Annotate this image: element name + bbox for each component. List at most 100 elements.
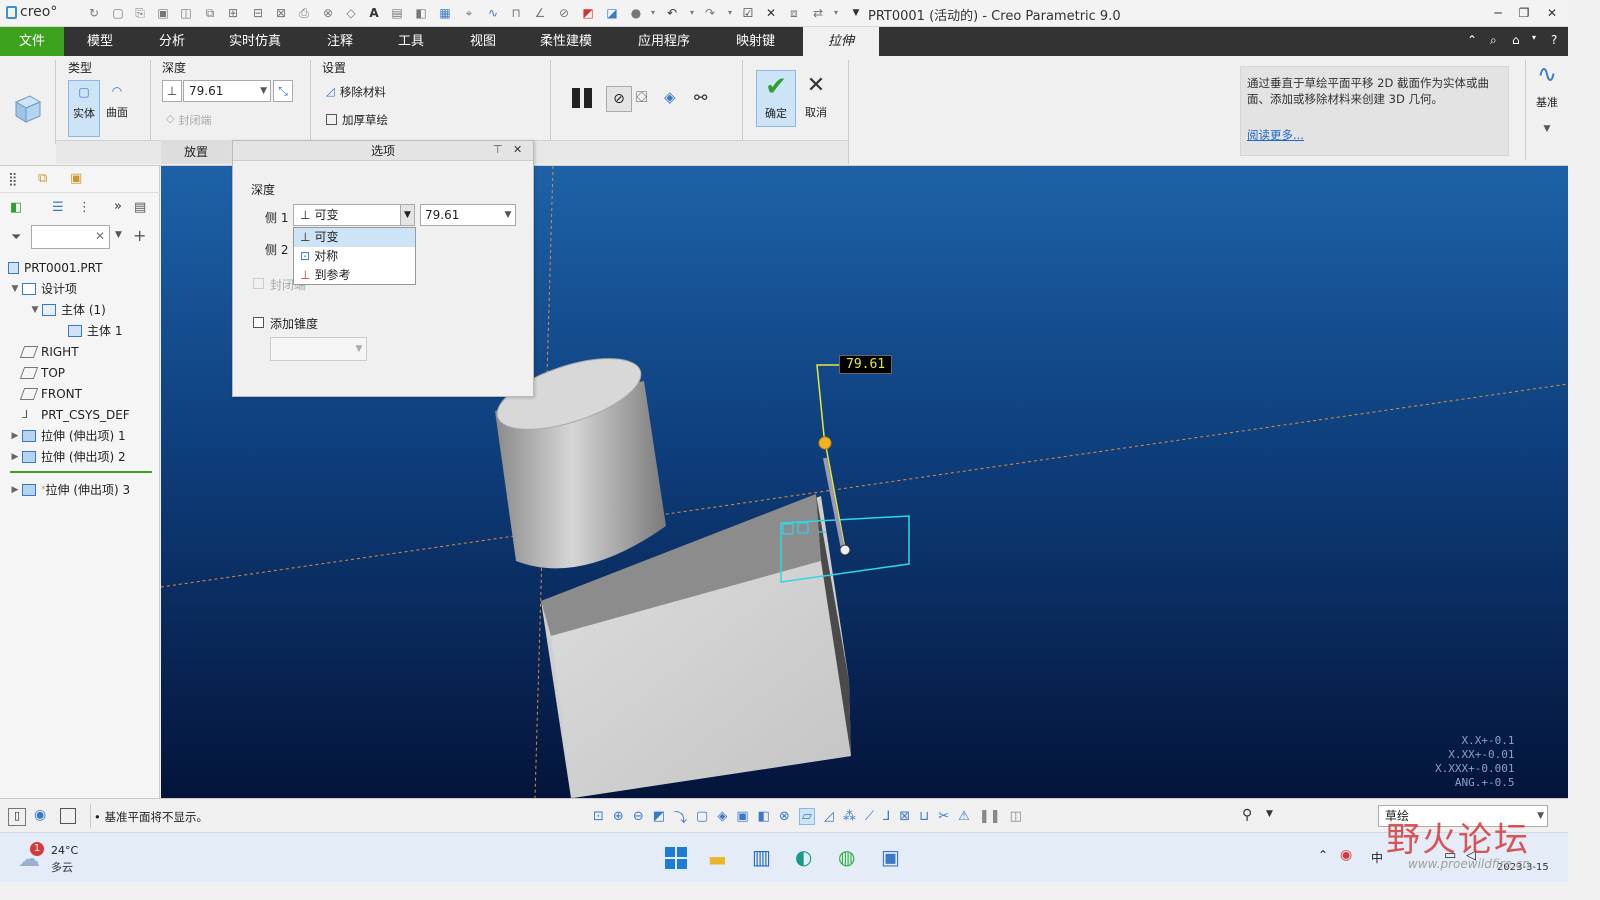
copy-icon[interactable]: ⧉ <box>202 5 218 21</box>
tree-columns-icon[interactable]: ⋮ <box>78 200 91 215</box>
sheet-icon[interactable]: ▤ <box>389 5 405 21</box>
csys-display-icon[interactable]: ⅃ <box>883 809 890 824</box>
orient-icon[interactable]: ⤵ <box>674 807 687 826</box>
drag-handle[interactable] <box>818 436 832 450</box>
menu-file[interactable]: 文件 <box>0 27 64 56</box>
no-entry-icon[interactable]: ⊘ <box>556 5 572 21</box>
new-icon[interactable]: ▢ <box>110 5 126 21</box>
tree-item-front[interactable]: FRONT <box>8 383 158 404</box>
view-icon[interactable]: ▦ <box>437 5 453 21</box>
chevron-down-icon[interactable]: ▼ <box>1526 124 1568 134</box>
expand-more-icon[interactable]: » <box>114 199 122 214</box>
options-panel-header[interactable]: 选项 <box>233 141 533 161</box>
flip-direction-icon[interactable]: ⤡ <box>273 80 293 102</box>
find-icon[interactable]: ⚲ <box>1242 807 1252 823</box>
switch-window-icon[interactable]: ⇄ <box>810 5 826 21</box>
repaint-icon[interactable]: ◩ <box>653 809 665 824</box>
menu-mapkeys[interactable]: 映射键 <box>728 27 783 56</box>
menu-model[interactable]: 模型 <box>78 27 122 56</box>
dropdown-option-symmetric[interactable]: ⊡ 对称 <box>294 247 415 266</box>
save-copy-icon[interactable]: ◫ <box>178 5 194 21</box>
tree-item-extrude1[interactable]: ▶ 拉伸 (伸出项) 1 <box>8 425 158 446</box>
depth-value-field[interactable]: 79.61 ▼ <box>183 80 271 102</box>
browser-toggle-icon[interactable]: ◉ <box>34 807 46 823</box>
regenerate-check-icon[interactable]: ☑ <box>740 5 756 21</box>
chevron-down-icon[interactable]: ▾ <box>722 5 738 21</box>
tree-item-top[interactable]: TOP <box>8 362 158 383</box>
stop-icon[interactable]: ◫ <box>1010 809 1022 824</box>
close-button[interactable]: ✕ <box>1542 4 1562 22</box>
open-icon[interactable]: ⎘ <box>132 5 148 21</box>
redo-icon[interactable]: ↷ <box>702 5 718 21</box>
folder-tab-icon[interactable]: ⧉ <box>38 171 47 186</box>
ime-indicator[interactable]: 中 <box>1371 849 1383 866</box>
expand-icon[interactable]: ▶ <box>8 452 22 462</box>
refit-icon[interactable]: ⊡ <box>593 809 604 824</box>
add-icon[interactable]: + <box>133 226 146 245</box>
glasses-icon[interactable]: ⚯ <box>694 88 707 107</box>
datum-display-icon[interactable]: ▱ <box>798 807 815 825</box>
mirror-icon[interactable]: ⊟ <box>250 5 266 21</box>
angle-icon[interactable]: ∠ <box>532 5 548 21</box>
remove-material-toggle[interactable]: ◿ 移除材料 <box>326 84 386 100</box>
chevron-down-icon[interactable]: ▼ <box>400 205 414 225</box>
chevron-down-icon[interactable]: ▼ <box>1266 809 1273 819</box>
navigator-toggle-icon[interactable]: ▯ <box>8 808 26 826</box>
dropdown-option-variable[interactable]: ⊥ 可变 <box>294 228 415 247</box>
graduation-cap-icon[interactable]: ⌂ <box>1512 33 1520 47</box>
tree-settings-icon[interactable]: ☰ <box>52 200 64 215</box>
eraser-icon[interactable]: ◇ <box>343 5 359 21</box>
panel-close-icon[interactable]: ✕ <box>513 143 522 156</box>
windows-icon[interactable]: ⧈ <box>786 5 802 21</box>
chevron-down-icon[interactable]: ▼ <box>260 81 267 101</box>
point-display-icon[interactable]: ⟋ <box>865 809 874 824</box>
plane-icon[interactable]: ◧ <box>413 5 429 21</box>
tree-item-bodies[interactable]: ▼ 主体 (1) <box>8 299 158 320</box>
menu-annotate[interactable]: 注释 <box>318 27 362 56</box>
creo-taskbar-icon[interactable]: ▣ <box>881 845 900 869</box>
measure-icon[interactable]: ⊓ <box>508 5 524 21</box>
tree-item-right[interactable]: RIGHT <box>8 341 158 362</box>
warning-icon[interactable]: ⚠ <box>958 809 970 824</box>
notepad-icon[interactable]: ▥ <box>752 845 771 869</box>
insert-indicator[interactable] <box>10 471 152 473</box>
tab-placement[interactable]: 放置 <box>161 140 231 164</box>
drag-arrow[interactable] <box>823 457 845 550</box>
preview-shaded-icon[interactable]: ◈ <box>664 88 676 106</box>
text-a-icon[interactable]: A <box>366 5 382 21</box>
close-window-icon[interactable]: ⊗ <box>320 5 336 21</box>
minimize-button[interactable]: ─ <box>1488 4 1508 22</box>
annotation-tag-icon[interactable]: ⊔ <box>919 809 929 824</box>
zoom-in-icon[interactable]: ⊕ <box>613 809 624 824</box>
collapse-icon[interactable]: ▼ <box>28 305 42 315</box>
section-icon[interactable]: ◧ <box>758 809 770 824</box>
edit-icon[interactable]: ◪ <box>604 5 620 21</box>
chevron-down-icon[interactable]: ▼ <box>501 205 515 225</box>
menu-tools[interactable]: 工具 <box>389 27 433 56</box>
favorites-tab-icon[interactable]: ▣ <box>70 171 82 186</box>
perspective-icon[interactable]: ▣ <box>736 809 748 824</box>
cancel-button[interactable]: ✕ 取消 <box>800 70 832 127</box>
filter-icon[interactable]: ⏷ <box>11 230 21 245</box>
chevron-down-icon[interactable]: ▼ <box>115 230 122 240</box>
expand-icon[interactable]: ▶ <box>8 431 22 441</box>
clear-icon[interactable]: ✕ <box>95 229 105 243</box>
menu-simulation[interactable]: 实时仿真 <box>222 27 288 56</box>
dropdown-option-to-reference[interactable]: ⊥ 到参考 <box>294 266 415 285</box>
print-icon[interactable]: ⎙ <box>296 5 312 21</box>
chevron-down-icon[interactable]: ▾ <box>645 5 661 21</box>
side1-type-select[interactable]: ⊥ 可变 ▼ <box>293 204 415 226</box>
display-style-icon[interactable]: ◈ <box>717 809 727 824</box>
pattern-icon[interactable]: ⊠ <box>273 5 289 21</box>
menu-extrude[interactable]: 拉伸 <box>803 27 879 56</box>
chevron-down-icon[interactable]: ▼ <box>1537 806 1544 826</box>
tree-item-extrude3[interactable]: ▶ * 拉伸 (伸出项) 3 <box>8 479 158 500</box>
collapse-ribbon-icon[interactable]: ⌃ <box>1467 33 1477 47</box>
tray-chevron-up-icon[interactable]: ⌃ <box>1318 848 1328 862</box>
appearance-icon[interactable]: ◩ <box>580 5 596 21</box>
chevron-down-icon[interactable]: ▾ <box>684 5 700 21</box>
undo-icon[interactable]: ↶ <box>664 5 680 21</box>
chevron-down-icon[interactable]: ▾ <box>1532 33 1536 42</box>
depth-dimension-label[interactable]: 79.61 <box>839 355 893 374</box>
help-icon[interactable]: ? <box>1551 33 1557 47</box>
